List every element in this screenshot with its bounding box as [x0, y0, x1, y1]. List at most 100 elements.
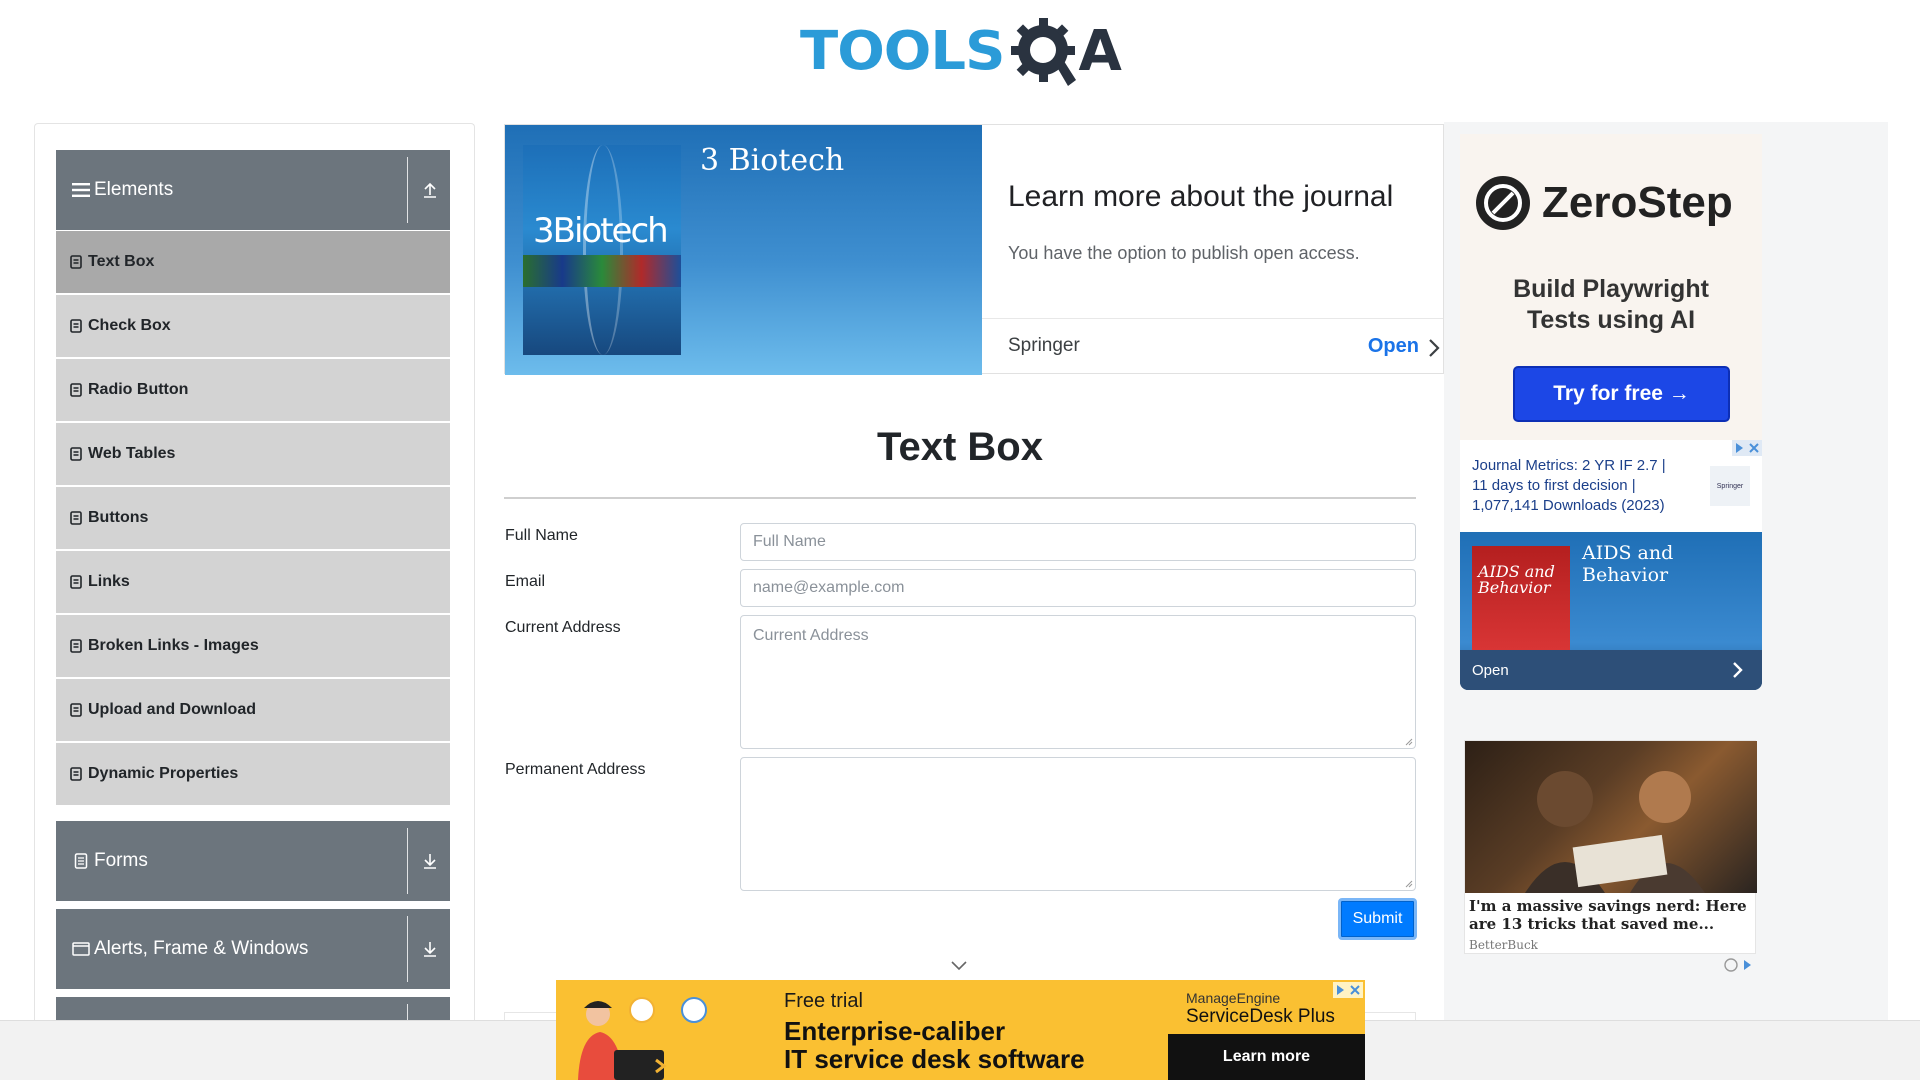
full-name-label: Full Name [505, 527, 578, 544]
item-icon [70, 639, 82, 653]
email-placeholder: name@example.com [753, 579, 905, 596]
ad-journal-name: 3 Biotech [700, 143, 845, 178]
ad-divider [982, 318, 1443, 319]
ad-headline-line-2: IT service desk software [784, 1044, 1085, 1074]
full-name-input[interactable]: Full Name [740, 523, 1416, 561]
item-icon [70, 383, 82, 397]
zerostep-tagline-2: Tests using AI [1526, 306, 1696, 334]
metrics-line-2: 11 days to first decision | [1472, 477, 1636, 494]
menu-item-dynamic-properties[interactable]: Dynamic Properties [56, 743, 450, 805]
menu-item-buttons[interactable]: Buttons [56, 487, 450, 549]
ad-open-link[interactable]: Open [1368, 335, 1419, 358]
permanent-address-label: Permanent Address [505, 761, 646, 778]
title-divider [504, 497, 1416, 499]
full-name-placeholder: Full Name [753, 533, 826, 550]
cover-title: AIDS and Behavior [1478, 564, 1555, 596]
menu-item-label: Upload and Download [88, 701, 256, 718]
header-divider [407, 916, 408, 982]
journal-metrics: Journal Metrics: 2 YR IF 2.7 | 11 days t… [1472, 456, 1692, 516]
ad-headline: Learn more about the journal [1008, 180, 1394, 213]
submit-button[interactable]: Submit [1338, 898, 1417, 940]
window-icon [72, 942, 90, 956]
cover-title: 3Biotech [533, 211, 669, 251]
news-ad[interactable]: I'm a massive savings nerd: Here are 13 … [1464, 740, 1757, 954]
item-icon [70, 703, 82, 717]
journal-banner-ad[interactable]: 3Biotech 3 Biotech Learn more about the … [504, 124, 1444, 375]
menu-item-upload-download[interactable]: Upload and Download [56, 679, 450, 741]
page-title: Text Box [877, 425, 1043, 469]
group-title-forms: Forms [94, 850, 148, 871]
menu-item-label: Broken Links - Images [88, 637, 259, 654]
header-divider [407, 157, 408, 223]
current-address-label: Current Address [505, 619, 621, 636]
metrics-line-3: 1,077,141 Downloads (2023) [1472, 497, 1665, 514]
cover-photo-strip [523, 255, 681, 287]
menu-item-label: Check Box [88, 317, 171, 334]
group-header-elements[interactable]: Elements [56, 150, 450, 230]
menu-item-links[interactable]: Links [56, 551, 450, 613]
group-title-elements: Elements [94, 179, 174, 200]
current-address-placeholder: Current Address [753, 627, 869, 644]
item-icon [70, 575, 82, 589]
zerostep-tagline: Build Playwright Tests using AI [1460, 274, 1762, 336]
item-icon [70, 447, 82, 461]
menu-item-check-box[interactable]: Check Box [56, 295, 450, 357]
group-title-alerts: Alerts, Frame & Windows [94, 938, 309, 959]
ad-choices-icon[interactable] [1333, 982, 1363, 998]
zerostep-ad[interactable]: ZeroStep Build Playwright Tests using AI… [1460, 134, 1762, 444]
learn-more-button[interactable]: Learn more [1168, 1034, 1365, 1080]
email-input[interactable]: name@example.com [740, 569, 1416, 607]
download-arrow-icon[interactable] [420, 851, 440, 871]
ad-text-panel: Learn more about the journal You have th… [982, 125, 1443, 375]
ad-subtext: You have the option to publish open acce… [1008, 243, 1360, 263]
support-agent-illustration [578, 997, 707, 1080]
gear-magnifier-icon [1011, 18, 1077, 86]
chevron-right-icon[interactable] [1732, 661, 1744, 679]
springer-logo: Springer [1710, 466, 1750, 506]
page: TOOLS A Elements Text Box Check Box Radi… [0, 0, 1920, 1080]
current-address-textarea[interactable]: Current Address [740, 615, 1416, 749]
item-icon [70, 319, 82, 333]
group-header-forms[interactable]: Forms [56, 821, 450, 901]
zerostep-name: ZeroStep [1542, 178, 1733, 227]
document-icon [72, 853, 90, 869]
upload-arrow-icon[interactable] [420, 180, 440, 200]
servicedesk-brand: ServiceDesk Plus [1186, 1006, 1335, 1027]
menu-item-web-tables[interactable]: Web Tables [56, 423, 450, 485]
try-for-free-button[interactable]: Try for free → [1513, 366, 1730, 422]
right-ad-column: ZeroStep Build Playwright Tests using AI… [1444, 122, 1888, 1022]
chevron-right-icon[interactable] [1427, 337, 1441, 359]
download-arrow-icon[interactable] [420, 939, 440, 959]
springer-ad[interactable]: Journal Metrics: 2 YR IF 2.7 | 11 days t… [1460, 440, 1762, 690]
ad-info-icon[interactable] [1724, 958, 1756, 972]
group-header-alerts[interactable]: Alerts, Frame & Windows [56, 909, 450, 989]
springer-journal-name: AIDS and Behavior [1582, 542, 1674, 586]
springer-open-bar[interactable]: Open [1460, 650, 1762, 690]
ad-headline-line-1: Enterprise-caliber [784, 1016, 1006, 1046]
news-headline: I'm a massive savings nerd: Here are 13 … [1469, 897, 1747, 933]
toolsqa-logo[interactable]: TOOLS A [800, 14, 1122, 90]
chevron-down-icon[interactable] [950, 960, 968, 972]
journal-cover-image: 3Biotech [523, 145, 681, 355]
cover-title-line-2: Behavior [1478, 578, 1551, 597]
resize-grip-icon[interactable] [1405, 880, 1413, 888]
ad-brand: Springer [1008, 335, 1080, 356]
zerostep-tagline-1: Build Playwright [1513, 275, 1709, 303]
menu-item-broken-links[interactable]: Broken Links - Images [56, 615, 450, 677]
springer-open-link[interactable]: Open [1472, 662, 1509, 679]
menu-item-text-box[interactable]: Text Box [56, 231, 450, 293]
news-photo [1465, 741, 1757, 893]
left-sidebar: Elements Text Box Check Box Radio Button… [34, 123, 475, 1023]
resize-grip-icon[interactable] [1405, 738, 1413, 746]
permanent-address-textarea[interactable] [740, 757, 1416, 891]
menu-item-label: Text Box [88, 253, 155, 270]
menu-item-radio-button[interactable]: Radio Button [56, 359, 450, 421]
item-icon [70, 255, 82, 269]
springer-journal-panel: AIDS and Behavior AIDS and Behavior Open [1460, 532, 1762, 690]
header-divider [407, 828, 408, 894]
logo-tools-text: TOOLS [800, 20, 1005, 83]
ad-choices-icon[interactable] [1732, 440, 1762, 456]
manageengine-logo-text: ManageEngine [1186, 990, 1281, 1006]
item-icon [70, 511, 82, 525]
servicedesk-ad[interactable]: Free trial Enterprise-caliber IT service… [556, 980, 1365, 1080]
